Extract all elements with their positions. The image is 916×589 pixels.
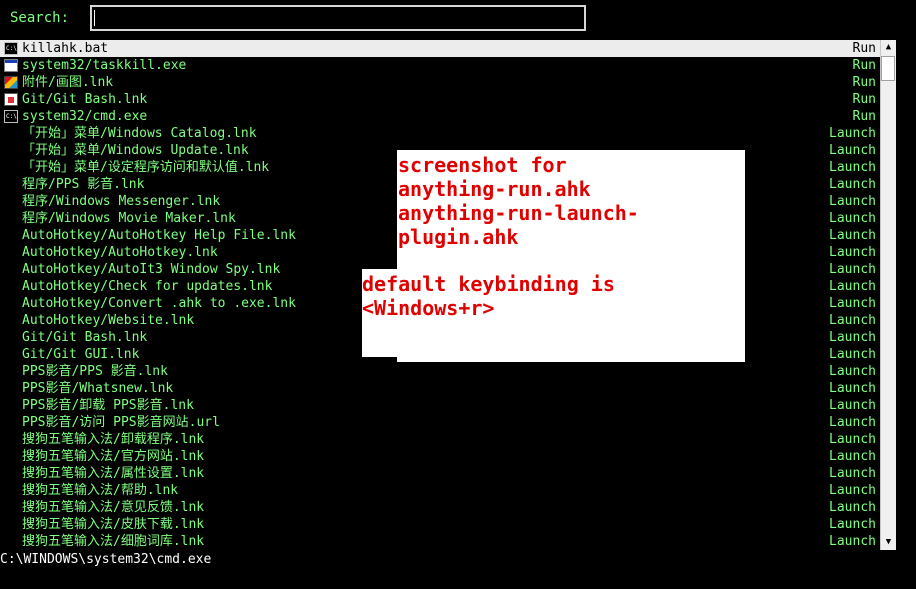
list-item-action[interactable]: Launch bbox=[829, 346, 876, 363]
text-caret bbox=[94, 10, 95, 26]
list-item-name: system32/taskkill.exe bbox=[22, 58, 187, 73]
list-item-action[interactable]: Launch bbox=[829, 499, 876, 516]
list-item[interactable]: 搜狗五笔输入法/皮肤下载.lnk Launch bbox=[0, 516, 880, 533]
list-item-action[interactable]: Launch bbox=[829, 533, 876, 550]
list-item[interactable]: PPS影音/Whatsnew.lnk Launch bbox=[0, 380, 880, 397]
list-item-name: PPS影音/卸载 PPS影音.lnk bbox=[22, 398, 194, 413]
status-path: C:\WINDOWS\system32\cmd.exe bbox=[0, 552, 212, 567]
annotation-line-1: screenshot for bbox=[398, 153, 567, 177]
paint-icon bbox=[4, 76, 18, 89]
list-item-name: 「开始」菜单/设定程序访问和默认值.lnk bbox=[22, 160, 270, 175]
list-item[interactable]: 搜狗五笔输入法/帮助.lnk Launch bbox=[0, 482, 880, 499]
list-item-action[interactable]: Launch bbox=[829, 278, 876, 295]
list-item-action[interactable]: Launch bbox=[829, 295, 876, 312]
list-item[interactable]: Git/Git Bash.lnk Run bbox=[0, 91, 880, 108]
list-item-name: 附件/画图.lnk bbox=[22, 75, 114, 90]
list-item-name: killahk.bat bbox=[22, 41, 109, 56]
git-icon bbox=[4, 93, 18, 106]
list-item-name: 搜狗五笔输入法/皮肤下载.lnk bbox=[22, 517, 205, 532]
list-item-name: AutoHotkey/AutoHotkey.lnk bbox=[22, 245, 218, 260]
scroll-down-arrow-icon[interactable]: ▼ bbox=[881, 535, 896, 550]
list-item-action[interactable]: Launch bbox=[829, 142, 876, 159]
annotation-title: screenshot for anything-run.ahk anything… bbox=[398, 153, 639, 249]
list-item-name: 程序/Windows Movie Maker.lnk bbox=[22, 211, 236, 226]
list-item-action[interactable]: Launch bbox=[829, 227, 876, 244]
list-item[interactable]: C:\ killahk.bat Run bbox=[0, 40, 880, 57]
search-input[interactable] bbox=[90, 5, 586, 31]
list-item[interactable]: system32/taskkill.exe Run bbox=[0, 57, 880, 74]
scroll-up-arrow-icon[interactable]: ▲ bbox=[881, 40, 896, 55]
list-item-action[interactable]: Run bbox=[853, 57, 876, 74]
list-item-name: PPS影音/Whatsnew.lnk bbox=[22, 381, 174, 396]
list-item-action[interactable]: Run bbox=[853, 40, 876, 57]
list-item-name: 程序/Windows Messenger.lnk bbox=[22, 194, 221, 209]
list-item-action[interactable]: Launch bbox=[829, 380, 876, 397]
list-item[interactable]: 搜狗五笔输入法/意见反馈.lnk Launch bbox=[0, 499, 880, 516]
list-item-action[interactable]: Launch bbox=[829, 176, 876, 193]
scroll-thumb[interactable] bbox=[881, 56, 895, 81]
list-item-action[interactable]: Run bbox=[853, 91, 876, 108]
list-item-name: system32/cmd.exe bbox=[22, 109, 148, 124]
annotation-line-4: plugin.ahk bbox=[398, 225, 519, 249]
list-item-action[interactable]: Launch bbox=[829, 312, 876, 329]
list-item-name: Git/Git Bash.lnk bbox=[22, 92, 148, 107]
list-item-action[interactable]: Launch bbox=[829, 125, 876, 142]
list-item[interactable]: 附件/画图.lnk Run bbox=[0, 74, 880, 91]
list-item[interactable]: PPS影音/访问 PPS影音网站.url Launch bbox=[0, 414, 880, 431]
list-item-name: Git/Git Bash.lnk bbox=[22, 330, 148, 345]
list-item[interactable]: C:\ system32/cmd.exe Run bbox=[0, 108, 880, 125]
list-item[interactable]: PPS影音/卸载 PPS影音.lnk Launch bbox=[0, 397, 880, 414]
list-item-action[interactable]: Launch bbox=[829, 244, 876, 261]
cmd-icon: C:\ bbox=[4, 42, 18, 55]
list-scrollbar[interactable]: ▲ ▼ bbox=[880, 40, 896, 550]
list-item-name: 搜狗五笔输入法/细胞词库.lnk bbox=[22, 534, 205, 549]
list-item-action[interactable]: Launch bbox=[829, 193, 876, 210]
list-item-action[interactable]: Launch bbox=[829, 210, 876, 227]
list-item-name: 搜狗五笔输入法/意见反馈.lnk bbox=[22, 500, 205, 515]
list-item-name: AutoHotkey/Website.lnk bbox=[22, 313, 195, 328]
list-item-action[interactable]: Run bbox=[853, 74, 876, 91]
list-item-name: 搜狗五笔输入法/官方网站.lnk bbox=[22, 449, 205, 464]
list-item-name: 搜狗五笔输入法/帮助.lnk bbox=[22, 483, 179, 498]
list-item-name: 搜狗五笔输入法/属性设置.lnk bbox=[22, 466, 205, 481]
list-item-name: PPS影音/PPS 影音.lnk bbox=[22, 364, 168, 379]
list-item-action[interactable]: Launch bbox=[829, 516, 876, 533]
list-item-name: 搜狗五笔输入法/卸载程序.lnk bbox=[22, 432, 205, 447]
list-item[interactable]: 搜狗五笔输入法/卸载程序.lnk Launch bbox=[0, 431, 880, 448]
list-item-name: AutoHotkey/Convert .ahk to .exe.lnk bbox=[22, 296, 296, 311]
annotation-line-6: <Windows+r> bbox=[362, 296, 495, 320]
list-item[interactable]: 搜狗五笔输入法/细胞词库.lnk Launch bbox=[0, 533, 880, 550]
list-item-name: AutoHotkey/Check for updates.lnk bbox=[22, 279, 273, 294]
list-item-action[interactable]: Launch bbox=[829, 397, 876, 414]
annotation-line-2: anything-run.ahk bbox=[398, 177, 591, 201]
list-item[interactable]: PPS影音/PPS 影音.lnk Launch bbox=[0, 363, 880, 380]
list-item[interactable]: 搜狗五笔输入法/属性设置.lnk Launch bbox=[0, 465, 880, 482]
annotation-line-3: anything-run-launch- bbox=[398, 201, 639, 225]
list-item-action[interactable]: Launch bbox=[829, 482, 876, 499]
list-item-name: AutoHotkey/AutoHotkey Help File.lnk bbox=[22, 228, 296, 243]
list-item-action[interactable]: Launch bbox=[829, 465, 876, 482]
list-item-action[interactable]: Launch bbox=[829, 329, 876, 346]
list-item-action[interactable]: Run bbox=[853, 108, 876, 125]
list-item-action[interactable]: Launch bbox=[829, 159, 876, 176]
list-item-name: 程序/PPS 影音.lnk bbox=[22, 177, 145, 192]
list-item-name: AutoHotkey/AutoIt3 Window Spy.lnk bbox=[22, 262, 281, 277]
list-item-name: PPS影音/访问 PPS影音网站.url bbox=[22, 415, 220, 430]
list-item-name: 「开始」菜单/Windows Update.lnk bbox=[22, 143, 249, 158]
list-item-name: Git/Git GUI.lnk bbox=[22, 347, 140, 362]
annotation-line-5: default keybinding is bbox=[362, 272, 615, 296]
search-label: Search: bbox=[10, 10, 70, 26]
list-item[interactable]: 「开始」菜单/Windows Catalog.lnk Launch bbox=[0, 125, 880, 142]
list-item-action[interactable]: Launch bbox=[829, 261, 876, 278]
annotation-keybinding: default keybinding is <Windows+r> bbox=[362, 272, 615, 320]
list-item-action[interactable]: Launch bbox=[829, 414, 876, 431]
list-item-name: 「开始」菜单/Windows Catalog.lnk bbox=[22, 126, 257, 141]
list-item-action[interactable]: Launch bbox=[829, 431, 876, 448]
list-item-action[interactable]: Launch bbox=[829, 448, 876, 465]
list-item[interactable]: 搜狗五笔输入法/官方网站.lnk Launch bbox=[0, 448, 880, 465]
window-icon bbox=[4, 59, 18, 72]
cmd-icon: C:\ bbox=[4, 110, 18, 123]
list-item-action[interactable]: Launch bbox=[829, 363, 876, 380]
